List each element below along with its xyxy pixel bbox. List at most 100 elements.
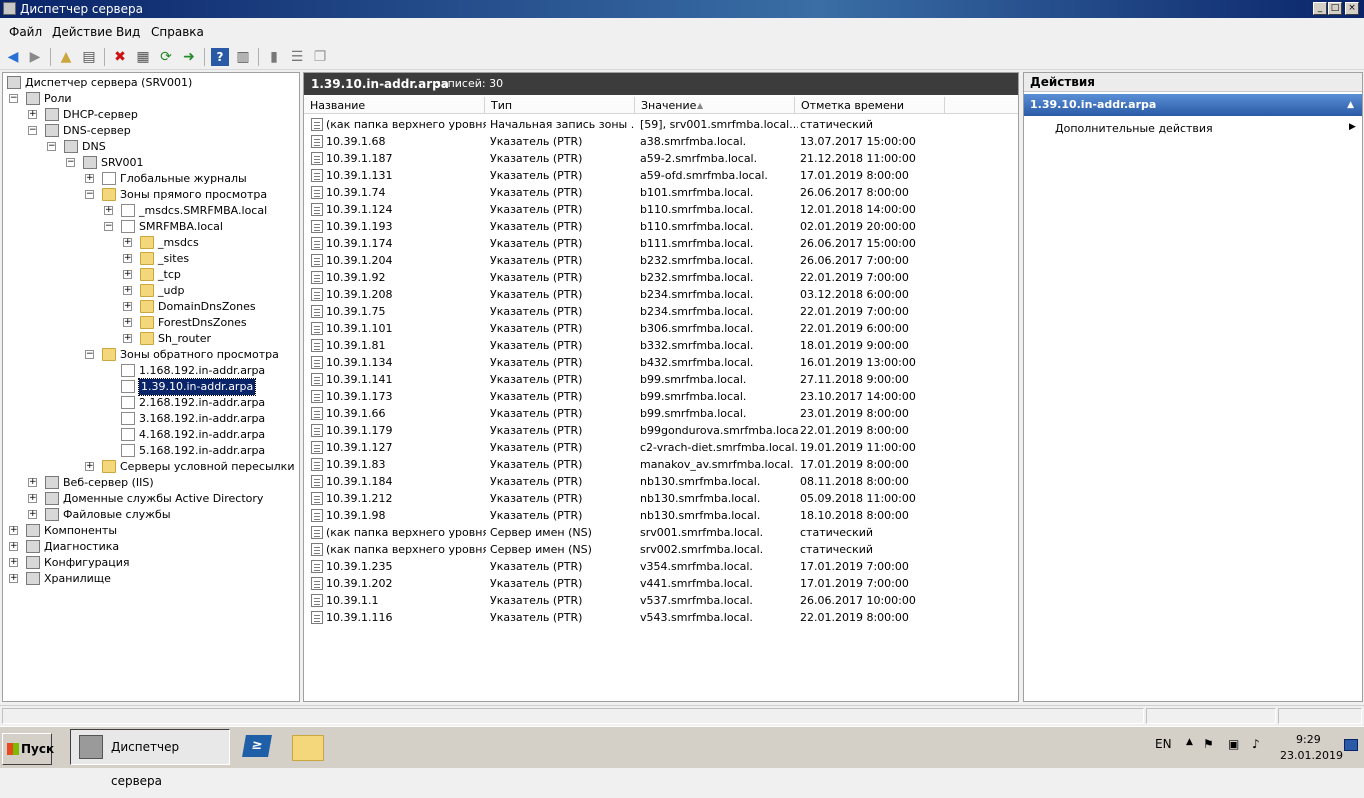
- properties-icon[interactable]: ▦: [134, 48, 152, 66]
- tree-item[interactable]: + ForestDnsZones: [3, 315, 299, 331]
- tree-item[interactable]: − DNS: [3, 139, 299, 155]
- record-row[interactable]: 10.39.1.187 Указатель (PTR) a59-2.smrfmba.…: [304, 150, 1018, 167]
- action-center-flag-icon[interactable]: ⚑: [1203, 737, 1214, 751]
- show-hidden-icons-icon[interactable]: ▲: [1186, 737, 1193, 747]
- actions-zone-section[interactable]: 1.39.10.in-addr.arpa ▲: [1024, 94, 1362, 116]
- tree-item[interactable]: + _msdcs.SMRFMBA.local: [3, 203, 299, 219]
- expand-icon[interactable]: +: [9, 542, 18, 551]
- expand-icon[interactable]: +: [9, 574, 18, 583]
- tree-item[interactable]: + Глобальные журналы: [3, 171, 299, 187]
- record-row[interactable]: 10.39.1.202 Указатель (PTR) v441.smrfmba.l…: [304, 575, 1018, 592]
- tree-item[interactable]: + Компоненты: [3, 523, 299, 539]
- tree-item[interactable]: + DHCP-сервер: [3, 107, 299, 123]
- tree-item[interactable]: − Зоны обратного просмотра: [3, 347, 299, 363]
- tree-item[interactable]: + Доменные службы Active Directory: [3, 491, 299, 507]
- record-row[interactable]: 10.39.1.101 Указатель (PTR) b306.smrfmba.l…: [304, 320, 1018, 337]
- tree-item[interactable]: + DomainDnsZones: [3, 299, 299, 315]
- record-row[interactable]: 10.39.1.98 Указатель (PTR) nb130.smrfmba.l…: [304, 507, 1018, 524]
- explorer-icon[interactable]: [292, 735, 324, 761]
- collapse-icon[interactable]: −: [28, 126, 37, 135]
- record-row[interactable]: 10.39.1.174 Указатель (PTR) b111.smrfmba.l…: [304, 235, 1018, 252]
- record-row[interactable]: 10.39.1.134 Указатель (PTR) b432.smrfmba.l…: [304, 354, 1018, 371]
- tree-item[interactable]: + _tcp: [3, 267, 299, 283]
- expand-icon[interactable]: +: [9, 558, 18, 567]
- expand-icon[interactable]: +: [123, 270, 132, 279]
- expand-icon[interactable]: +: [85, 174, 94, 183]
- tree-item[interactable]: 4.168.192.in-addr.arpa: [3, 427, 299, 443]
- tree-item[interactable]: + _msdcs: [3, 235, 299, 251]
- tree-item[interactable]: + Файловые службы: [3, 507, 299, 523]
- tree-item[interactable]: 3.168.192.in-addr.arpa: [3, 411, 299, 427]
- minimize-button[interactable]: _: [1313, 2, 1327, 15]
- forward-icon[interactable]: ▶: [26, 48, 44, 66]
- language-indicator[interactable]: EN: [1155, 737, 1172, 751]
- tree-item[interactable]: − Зоны прямого просмотра: [3, 187, 299, 203]
- delete-icon[interactable]: ✖: [111, 48, 129, 66]
- menu-help[interactable]: Справка: [151, 25, 204, 39]
- record-row[interactable]: 10.39.1.193 Указатель (PTR) b110.smrfmba.l…: [304, 218, 1018, 235]
- volume-muted-icon[interactable]: ♪: [1252, 737, 1260, 751]
- close-button[interactable]: ×: [1345, 2, 1359, 15]
- tree-item[interactable]: + Хранилище: [3, 571, 299, 587]
- record-row[interactable]: 10.39.1.184 Указатель (PTR) nb130.smrfmba.…: [304, 473, 1018, 490]
- powershell-icon[interactable]: ≥: [242, 735, 272, 757]
- collapse-icon[interactable]: −: [66, 158, 75, 167]
- record-row[interactable]: 10.39.1.74 Указатель (PTR) b101.smrfmba.lo…: [304, 184, 1018, 201]
- record-row[interactable]: 10.39.1.92 Указатель (PTR) b232.smrfmba.lo…: [304, 269, 1018, 286]
- collapse-icon[interactable]: −: [85, 350, 94, 359]
- collapse-icon[interactable]: ▲: [1347, 94, 1354, 116]
- column-timestamp[interactable]: Отметка времени: [795, 97, 945, 114]
- expand-icon[interactable]: +: [123, 318, 132, 327]
- help-icon[interactable]: ?: [211, 48, 229, 66]
- expand-icon[interactable]: +: [123, 334, 132, 343]
- record-row[interactable]: 10.39.1.179 Указатель (PTR) b99gondurova.s…: [304, 422, 1018, 439]
- tree-item[interactable]: + Диагностика: [3, 539, 299, 555]
- tree-item[interactable]: − SMRFMBA.local: [3, 219, 299, 235]
- column-type[interactable]: Тип: [485, 97, 635, 114]
- record-row[interactable]: 10.39.1.124 Указатель (PTR) b110.smrfmba.l…: [304, 201, 1018, 218]
- tree-item[interactable]: − DNS-сервер: [3, 123, 299, 139]
- expand-icon[interactable]: +: [9, 526, 18, 535]
- tree-item[interactable]: 1.168.192.in-addr.arpa: [3, 363, 299, 379]
- record-row[interactable]: 10.39.1.204 Указатель (PTR) b232.smrfmba.l…: [304, 252, 1018, 269]
- more-actions-item[interactable]: Дополнительные действия: [1055, 122, 1213, 135]
- menu-action[interactable]: Действие: [52, 25, 112, 39]
- maximize-button[interactable]: □: [1328, 2, 1342, 15]
- show-desktop-icon[interactable]: [1344, 739, 1358, 751]
- back-icon[interactable]: ◀: [4, 48, 22, 66]
- tree-item[interactable]: 1.39.10.in-addr.arpa: [3, 378, 299, 396]
- tree-item[interactable]: + Серверы условной пересылки: [3, 459, 299, 475]
- record-row[interactable]: 10.39.1.208 Указатель (PTR) b234.smrfmba.l…: [304, 286, 1018, 303]
- record-row[interactable]: 10.39.1.141 Указатель (PTR) b99.smrfmba.lo…: [304, 371, 1018, 388]
- collapse-icon[interactable]: −: [9, 94, 18, 103]
- view-icon[interactable]: ▮: [265, 48, 283, 66]
- export-list-icon[interactable]: ➜: [180, 48, 198, 66]
- record-row[interactable]: (как папка верхнего уровня) Начальная зап…: [304, 116, 1018, 133]
- tree-item[interactable]: − SRV001: [3, 155, 299, 171]
- expand-icon[interactable]: +: [104, 206, 113, 215]
- taskbar-app-server-manager[interactable]: Диспетчер сервера: [70, 729, 230, 788]
- tree-item[interactable]: 2.168.192.in-addr.arpa: [3, 395, 299, 411]
- clock-time[interactable]: 9:29: [1296, 733, 1321, 746]
- network-icon[interactable]: ▣: [1228, 737, 1239, 751]
- record-row[interactable]: (как папка верхнего уровня) Сервер имен (…: [304, 541, 1018, 558]
- refresh-icon[interactable]: ⟳: [157, 48, 175, 66]
- record-row[interactable]: 10.39.1.75 Указатель (PTR) b234.smrfmba.lo…: [304, 303, 1018, 320]
- collapse-icon[interactable]: −: [85, 190, 94, 199]
- record-row[interactable]: 10.39.1.1 Указатель (PTR) v537.smrfmba.loc…: [304, 592, 1018, 609]
- menu-view[interactable]: Вид: [116, 25, 140, 39]
- up-folder-icon[interactable]: ▲: [57, 48, 75, 66]
- tree-item[interactable]: 5.168.192.in-addr.arpa: [3, 443, 299, 459]
- tree-item[interactable]: + Веб-сервер (IIS): [3, 475, 299, 491]
- record-row[interactable]: 10.39.1.212 Указатель (PTR) nb130.smrfmba.…: [304, 490, 1018, 507]
- expand-icon[interactable]: +: [123, 254, 132, 263]
- record-row[interactable]: 10.39.1.235 Указатель (PTR) v354.smrfmba.l…: [304, 558, 1018, 575]
- expand-icon[interactable]: +: [123, 286, 132, 295]
- tree-item[interactable]: − Роли: [3, 91, 299, 107]
- tree-item[interactable]: + Sh_router: [3, 331, 299, 347]
- expand-icon[interactable]: +: [28, 494, 37, 503]
- record-row[interactable]: 10.39.1.173 Указатель (PTR) b99.smrfmba.lo…: [304, 388, 1018, 405]
- expand-icon[interactable]: +: [85, 462, 94, 471]
- record-row[interactable]: 10.39.1.116 Указатель (PTR) v543.smrfmba.l…: [304, 609, 1018, 626]
- tree-item[interactable]: Диспетчер сервера (SRV001): [3, 75, 299, 91]
